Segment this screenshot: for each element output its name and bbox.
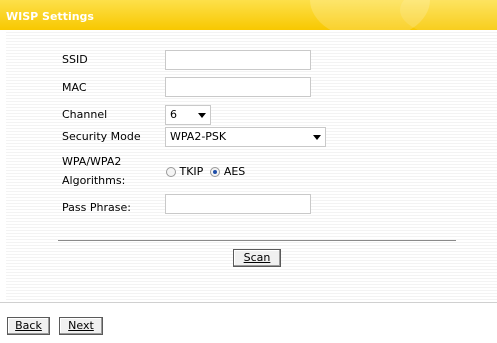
mac-label: MAC xyxy=(62,81,87,94)
next-button[interactable]: Next xyxy=(59,317,103,335)
header-bar: WISP Settings xyxy=(0,0,497,30)
footer-bar: Back Next xyxy=(0,302,497,343)
divider xyxy=(58,240,456,241)
aes-label: AES xyxy=(223,165,246,178)
scan-button[interactable]: Scan xyxy=(233,249,281,267)
tkip-label: TKIP xyxy=(179,165,204,178)
mac-input[interactable] xyxy=(165,77,311,97)
page-title: WISP Settings xyxy=(6,10,94,23)
algorithms-radio-group: TKIP AES xyxy=(166,165,245,178)
security-mode-label: Security Mode xyxy=(62,130,141,143)
channel-value: 6 xyxy=(170,108,177,121)
back-button[interactable]: Back xyxy=(7,317,50,335)
settings-panel: SSID MAC Channel 6 Security Mode WPA2-PS… xyxy=(6,30,497,302)
algorithms-label-line1: WPA/WPA2 xyxy=(62,155,122,168)
channel-select[interactable]: 6 xyxy=(165,105,211,125)
chevron-down-icon xyxy=(198,113,206,118)
pass-phrase-input[interactable] xyxy=(165,194,311,214)
aes-radio[interactable] xyxy=(210,167,221,177)
ssid-label: SSID xyxy=(62,53,88,66)
security-mode-select[interactable]: WPA2-PSK xyxy=(165,127,326,147)
header-decoration xyxy=(400,0,497,30)
algorithms-label-line2: Algorithms: xyxy=(62,174,126,187)
ssid-input[interactable] xyxy=(165,50,311,70)
pass-phrase-label: Pass Phrase: xyxy=(62,201,131,214)
chevron-down-icon xyxy=(313,135,321,140)
tkip-radio[interactable] xyxy=(166,167,176,177)
channel-label: Channel xyxy=(62,108,108,121)
security-mode-value: WPA2-PSK xyxy=(170,130,227,143)
